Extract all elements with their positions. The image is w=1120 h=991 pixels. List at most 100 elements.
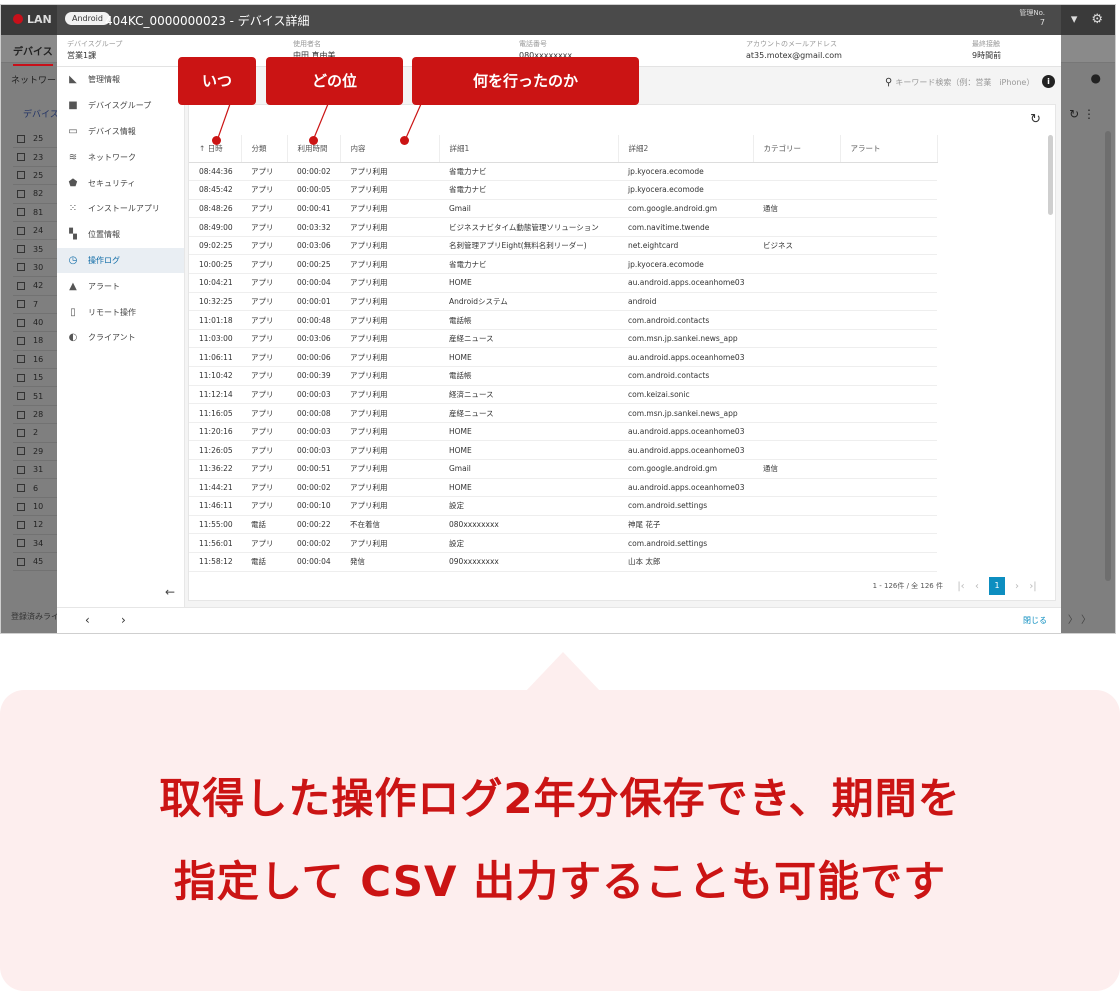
sidebar-item-history[interactable]: ◷ 操作ログ <box>57 247 184 274</box>
table-row[interactable]: 11:06:11 アプリ 00:00:06 アプリ利用 HOME au.android.a… <box>189 347 937 368</box>
table-row[interactable]: 08:44:36 アプリ 00:00:02 アプリ利用 省電力ナビ jp.kyocera.… <box>189 162 937 182</box>
prev-page-icon[interactable]: ‹ <box>969 581 985 592</box>
sidebar-item-shield[interactable]: ⬟ セキュリティ <box>57 170 184 196</box>
row-checkbox[interactable] <box>17 134 25 143</box>
sidebar-item-folder[interactable]: ■ デバイスグループ <box>57 93 184 119</box>
arrow-left-icon[interactable]: ← <box>165 585 175 599</box>
sidebar-item-book[interactable]: ◣ 管理情報 <box>57 67 184 93</box>
column-header[interactable]: カテゴリー <box>753 135 841 163</box>
row-checkbox[interactable] <box>17 373 25 382</box>
device-list-row[interactable]: 7 <box>13 296 57 314</box>
row-checkbox[interactable] <box>17 428 25 437</box>
device-list-row[interactable]: 30 <box>13 259 57 278</box>
tab-device[interactable]: デバイス <box>13 43 53 66</box>
column-header[interactable]: 詳細2 <box>618 135 754 163</box>
row-checkbox[interactable] <box>17 557 25 566</box>
row-checkbox[interactable] <box>17 208 25 217</box>
device-list-row[interactable]: 34 <box>13 535 57 553</box>
sidebar-item-warning[interactable]: ▲ アラート <box>57 273 184 299</box>
device-list-row[interactable]: 82 <box>13 185 57 204</box>
row-checkbox[interactable] <box>17 410 25 419</box>
row-checkbox[interactable] <box>17 153 25 162</box>
table-row[interactable]: 11:56:01 アプリ 00:00:02 アプリ利用 設定 com.android.se… <box>189 533 937 553</box>
sidebar-item-map[interactable]: ▚ 位置情報 <box>57 222 184 248</box>
table-row[interactable]: 08:49:00 アプリ 00:03:32 アプリ利用 ビジネスナビタイム動態管理ソリュ… <box>189 217 937 237</box>
device-list-row[interactable]: 6 <box>13 479 57 498</box>
row-checkbox[interactable] <box>17 355 25 364</box>
row-checkbox[interactable] <box>17 300 25 309</box>
table-row[interactable]: 11:36:22 アプリ 00:00:51 アプリ利用 Gmail com.google.… <box>189 459 937 479</box>
device-list-row[interactable]: 51 <box>13 387 57 406</box>
device-list-row[interactable]: 12 <box>13 516 57 535</box>
device-list-row[interactable]: 18 <box>13 332 57 351</box>
device-list-row[interactable]: 23 <box>13 148 57 167</box>
table-row[interactable]: 10:00:25 アプリ 00:00:25 アプリ利用 省電力ナビ jp.kyocera.… <box>189 254 937 275</box>
device-list-row[interactable]: 29 <box>13 443 57 462</box>
table-row[interactable]: 11:16:05 アプリ 00:00:08 アプリ利用 産経ニュース com.msn.jp… <box>189 403 937 423</box>
gear-icon[interactable]: ⚙ <box>1091 12 1103 27</box>
device-list-row[interactable]: 15 <box>13 369 57 388</box>
log-table-scrollbar[interactable] <box>1048 135 1053 215</box>
row-checkbox[interactable] <box>17 226 25 235</box>
row-checkbox[interactable] <box>17 318 25 327</box>
chevron-down-icon[interactable]: ▾ <box>1071 12 1078 27</box>
last-page-icon[interactable]: ›| <box>1025 581 1041 592</box>
sidebar-item-apps-grid[interactable]: ⁙ インストールアプリ <box>57 196 184 222</box>
device-list-row[interactable]: 42 <box>13 277 57 296</box>
row-checkbox[interactable] <box>17 245 25 254</box>
row-checkbox[interactable] <box>17 539 25 548</box>
table-row[interactable]: 11:58:12 電話 00:00:04 発信 090xxxxxxxx 山本 太郎 <box>189 552 937 572</box>
row-checkbox[interactable] <box>17 447 25 456</box>
table-row[interactable]: 09:02:25 アプリ 00:03:06 アプリ利用 名刺管理アプリEight(無料名… <box>189 236 937 256</box>
device-list-row[interactable]: 35 <box>13 240 57 259</box>
table-row[interactable]: 10:04:21 アプリ 00:00:04 アプリ利用 HOME au.android.a… <box>189 273 937 293</box>
row-checkbox[interactable] <box>17 171 25 180</box>
row-checkbox[interactable] <box>17 392 25 401</box>
search-input[interactable]: ⚲ キーワード検索（例：営業 iPhone） <box>885 75 1035 91</box>
table-row[interactable]: 11:44:21 アプリ 00:00:02 アプリ利用 HOME au.android.a… <box>189 478 937 498</box>
table-row[interactable]: 11:26:05 アプリ 00:00:03 アプリ利用 HOME au.android.a… <box>189 440 937 460</box>
device-list-row[interactable]: 16 <box>13 351 57 370</box>
device-list-row[interactable]: 25 <box>13 167 57 186</box>
sidebar-item-wifi[interactable]: ≋ ネットワーク <box>57 144 184 170</box>
device-list-row[interactable]: 10 <box>13 498 57 517</box>
device-list-scrollbar[interactable] <box>1105 131 1111 581</box>
row-checkbox[interactable] <box>17 281 25 290</box>
current-page-button[interactable]: 1 <box>989 577 1005 595</box>
table-row[interactable]: 10:32:25 アプリ 00:00:01 アプリ利用 Androidシステム andro… <box>189 292 937 312</box>
column-header[interactable]: アラート <box>840 135 938 163</box>
device-list-row[interactable]: 24 <box>13 222 57 241</box>
prev-device-icon[interactable]: ‹ <box>85 613 90 627</box>
row-checkbox[interactable] <box>17 263 25 272</box>
info-icon[interactable]: i <box>1042 75 1055 88</box>
table-row[interactable]: 08:48:26 アプリ 00:00:41 アプリ利用 Gmail com.google.… <box>189 199 937 219</box>
device-list-row[interactable]: 31 <box>13 461 57 480</box>
column-header[interactable]: 分類 <box>241 135 288 163</box>
row-checkbox[interactable] <box>17 484 25 493</box>
table-row[interactable]: 08:45:42 アプリ 00:00:05 アプリ利用 省電力ナビ jp.kyocera.… <box>189 180 937 200</box>
sidebar-item-devices[interactable]: ▭ デバイス情報 <box>57 119 184 145</box>
first-page-icon[interactable]: |‹ <box>953 581 969 592</box>
sidebar-item-remote[interactable]: ▯ リモート操作 <box>57 299 184 325</box>
device-list-row[interactable]: 40 <box>13 314 57 333</box>
device-list-row[interactable]: 2 <box>13 424 57 443</box>
device-list-pager[interactable]: 〉 〉 <box>1068 611 1091 626</box>
row-checkbox[interactable] <box>17 520 25 529</box>
table-row[interactable]: 11:46:11 アプリ 00:00:10 アプリ利用 設定 com.android.se… <box>189 496 937 516</box>
close-button[interactable]: 閉じる <box>1023 615 1047 626</box>
table-row[interactable]: 11:55:00 電話 00:00:22 不在着信 080xxxxxxxx 神尾 花子 <box>189 515 937 535</box>
row-checkbox[interactable] <box>17 465 25 474</box>
device-list-row[interactable]: 28 <box>13 406 57 425</box>
row-checkbox[interactable] <box>17 189 25 198</box>
next-device-icon[interactable]: › <box>121 613 126 627</box>
device-list-row[interactable]: 25 <box>13 130 57 149</box>
column-header[interactable]: 内容 <box>340 135 440 163</box>
row-checkbox[interactable] <box>17 502 25 511</box>
table-row[interactable]: 11:01:18 アプリ 00:00:48 アプリ利用 電話帳 com.android.c… <box>189 310 937 330</box>
sidebar-item-client[interactable]: ◐ クライアント <box>57 325 184 351</box>
row-checkbox[interactable] <box>17 336 25 345</box>
table-row[interactable]: 11:12:14 アプリ 00:00:03 アプリ利用 経済ニュース com.keizai… <box>189 385 937 405</box>
device-list-row[interactable]: 81 <box>13 204 57 222</box>
table-row[interactable]: 11:10:42 アプリ 00:00:39 アプリ利用 電話帳 com.android.c… <box>189 366 937 386</box>
table-row[interactable]: 11:03:00 アプリ 00:03:06 アプリ利用 産経ニュース com.msn.jp… <box>189 329 937 349</box>
